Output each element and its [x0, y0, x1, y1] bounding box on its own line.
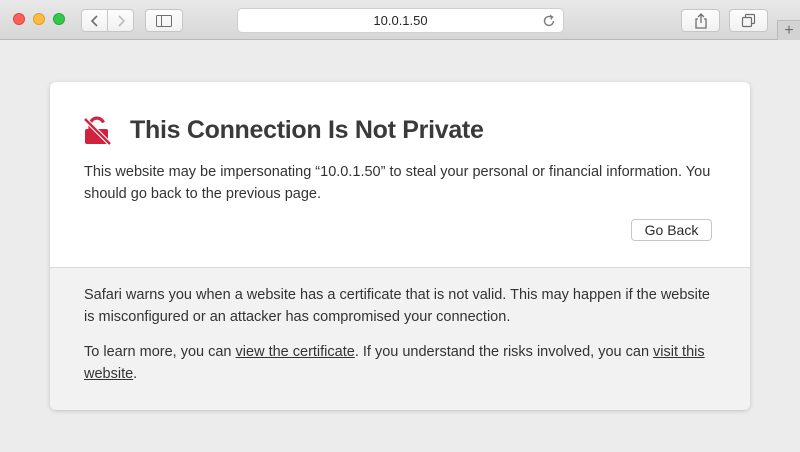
risk-text: . If you understand the risks involved, … [354, 344, 654, 360]
sidebar-button[interactable] [145, 9, 183, 32]
details-section: Safari warns you when a website has a ce… [50, 267, 750, 410]
learn-more-paragraph: To learn more, you can view the certific… [84, 341, 724, 385]
address-text: 10.0.1.50 [373, 13, 428, 28]
warning-card: This Connection Is Not Private This webs… [50, 82, 750, 410]
tab-overview-button[interactable] [729, 9, 768, 32]
go-back-button[interactable]: Go Back [631, 219, 712, 241]
sidebar-icon [156, 14, 172, 27]
close-window-button[interactable] [13, 13, 25, 25]
forward-button[interactable] [107, 9, 134, 32]
warning-description: This website may be impersonating “10.0.… [84, 164, 711, 202]
minimize-window-button[interactable] [33, 13, 45, 25]
view-certificate-link[interactable]: view the certificate [236, 344, 355, 360]
end-punctuation: . [133, 366, 138, 382]
plus-icon: + [784, 21, 794, 39]
broken-lock-icon [83, 116, 112, 146]
warning-section: This Connection Is Not Private This webs… [50, 82, 750, 267]
page-title: This Connection Is Not Private [130, 116, 484, 144]
share-button[interactable] [681, 9, 720, 32]
learn-more-text: To learn more, you can [84, 344, 236, 360]
new-tab-button[interactable]: + [777, 20, 800, 40]
certificate-explanation: Safari warns you when a website has a ce… [84, 287, 710, 325]
navigation-buttons [81, 9, 135, 32]
page-content: This Connection Is Not Private This webs… [0, 41, 800, 452]
zoom-window-button[interactable] [53, 13, 65, 25]
chevron-left-icon [90, 14, 98, 27]
tabs-overview-icon [741, 13, 756, 28]
address-bar[interactable]: 10.0.1.50 [237, 8, 564, 33]
browser-toolbar: 10.0.1.50 + [0, 0, 800, 40]
back-button[interactable] [81, 9, 108, 32]
chevron-right-icon [117, 14, 125, 27]
share-icon [694, 12, 707, 29]
reload-icon[interactable] [541, 13, 557, 29]
